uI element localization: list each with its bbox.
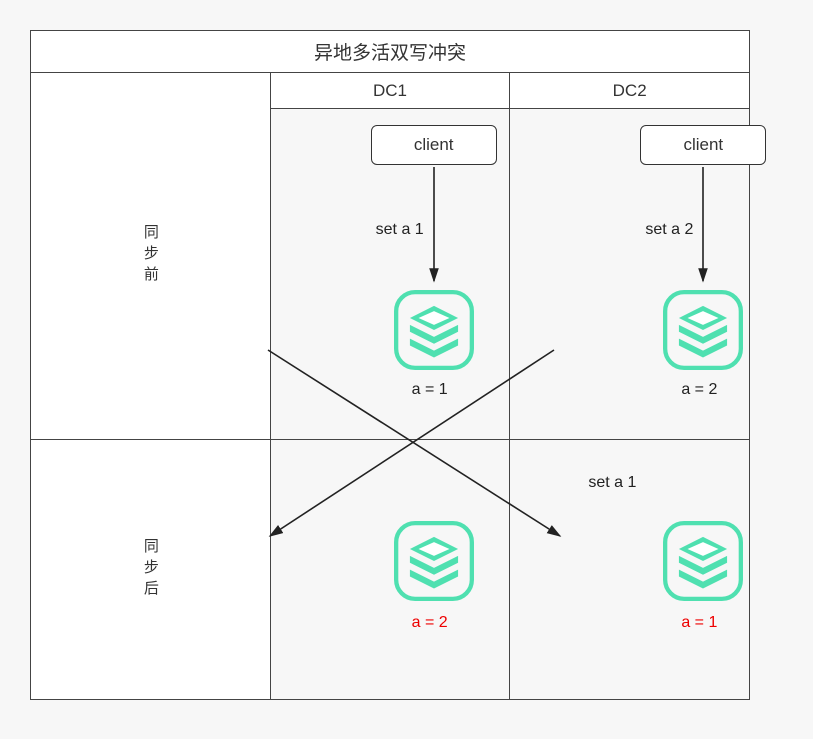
row-label-after: 同步后 (31, 439, 271, 699)
client-box-dc2: client (640, 125, 766, 165)
database-icon (391, 518, 477, 604)
client-box-dc1: client (371, 125, 497, 165)
col-header-dc1: DC1 (270, 73, 510, 109)
database-icon (660, 518, 746, 604)
state-label-after-dc2: a = 1 (681, 614, 717, 632)
op-label-before-dc1: set a 1 (376, 221, 424, 239)
diagram-root: 异地多活双写冲突 同步前 DC1 DC2 client (30, 30, 750, 700)
cell-before-dc2: client set a 2 a = 2 (510, 109, 750, 439)
state-label-before-dc1: a = 1 (412, 381, 448, 399)
database-icon (391, 287, 477, 373)
state-label-before-dc2: a = 2 (681, 381, 717, 399)
state-label-after-dc1: a = 2 (412, 614, 448, 632)
cell-after-dc2: set a 1 a = 1 (510, 439, 750, 699)
cell-after-dc1: set a 2 a = 2 (270, 439, 510, 699)
col-header-dc2: DC2 (510, 73, 750, 109)
database-icon (660, 287, 746, 373)
client-label: client (414, 135, 454, 155)
op-label-before-dc2: set a 2 (645, 221, 693, 239)
op-label-after-dc2: set a 1 (588, 474, 636, 492)
cell-before-dc1: client set a 1 a = 1 (270, 109, 510, 439)
diagram-grid: 异地多活双写冲突 同步前 DC1 DC2 client (30, 30, 750, 700)
diagram-title: 异地多活双写冲突 (31, 31, 750, 73)
client-label: client (683, 135, 723, 155)
row-label-before: 同步前 (31, 73, 271, 440)
